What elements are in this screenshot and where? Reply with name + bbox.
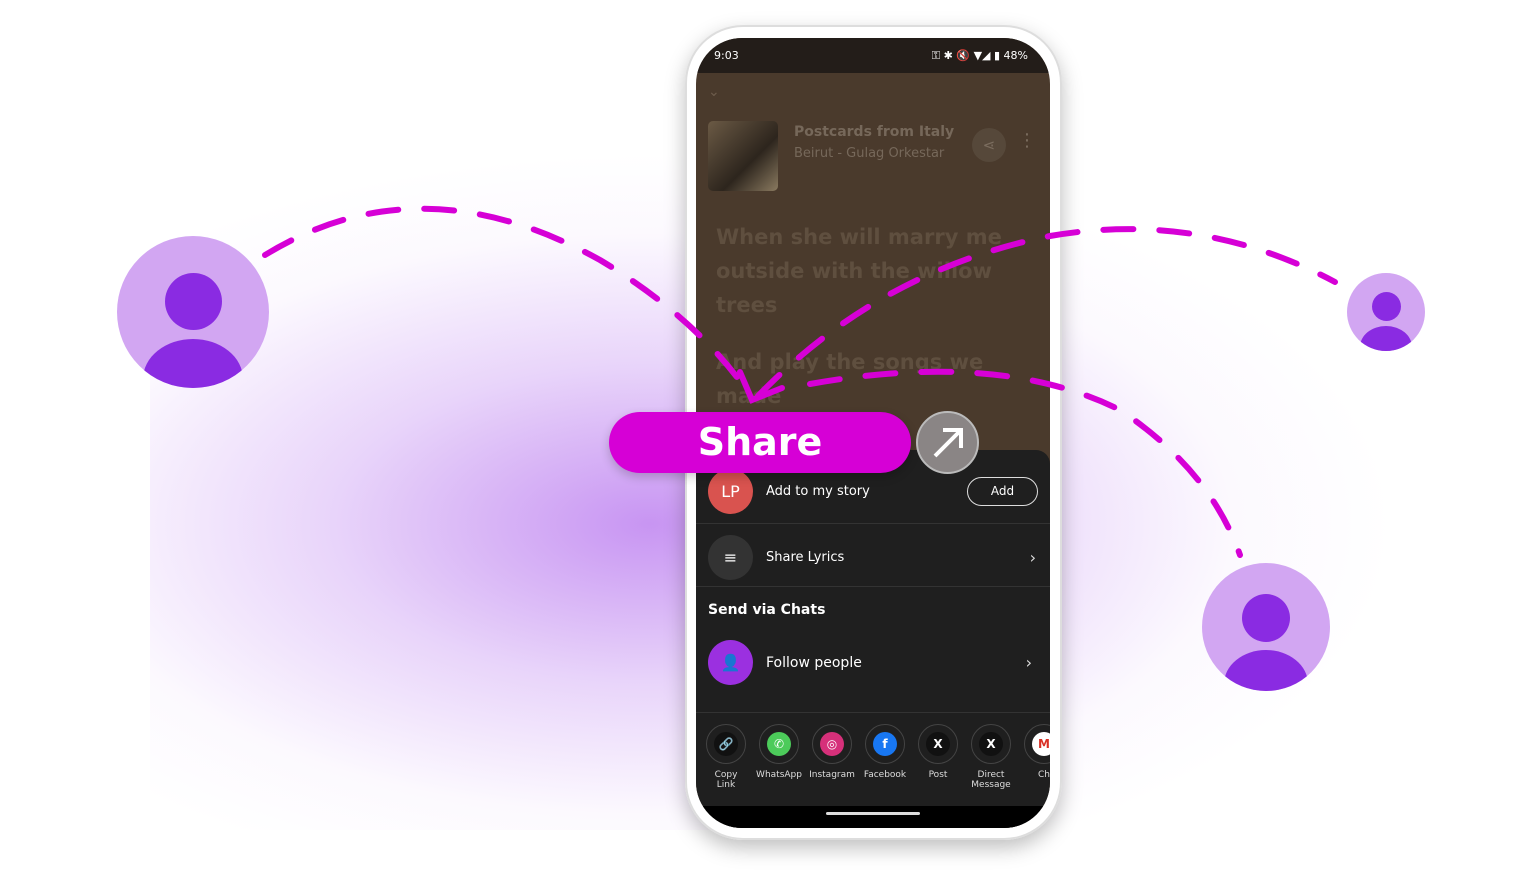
user-avatar-icon	[1347, 273, 1425, 351]
dashed-curve	[755, 226, 1338, 399]
arrow-up-right-icon	[916, 411, 979, 474]
user-avatar-icon	[1202, 563, 1330, 691]
dashed-curve	[262, 205, 755, 401]
user-avatar-icon	[117, 236, 269, 388]
share-banner: Share	[609, 412, 911, 473]
